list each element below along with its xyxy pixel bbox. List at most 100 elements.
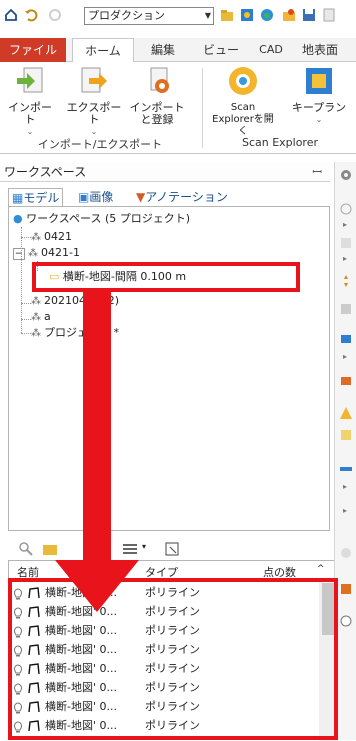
- annotation-icon: ▼: [136, 190, 146, 204]
- tab-file[interactable]: ファイル: [0, 38, 66, 62]
- home-icon[interactable]: [4, 8, 18, 22]
- warning-icon[interactable]: [339, 406, 353, 420]
- export-icon: [81, 67, 107, 93]
- tree-line: [21, 227, 22, 333]
- expand-icon[interactable]: ▸: [343, 482, 347, 491]
- tool-icon[interactable]: [339, 302, 353, 316]
- tab-surface[interactable]: 地表面: [302, 38, 356, 62]
- tab-annotation[interactable]: ▼アノテーション: [136, 188, 228, 206]
- open-scan-explorer-label: Scan Explorerを開く: [212, 102, 274, 137]
- import-button[interactable]: インポート ⌄: [4, 66, 56, 138]
- tab-view[interactable]: ビュー: [198, 38, 244, 62]
- import-icon: [17, 67, 43, 93]
- document-icon[interactable]: [339, 428, 353, 442]
- project-select[interactable]: プロダクション ▼: [84, 7, 214, 25]
- tree-line: [21, 237, 31, 238]
- project-icon: ⁂: [31, 232, 41, 243]
- folder-open-icon[interactable]: [220, 8, 234, 22]
- pin-icon[interactable]: ꟷ: [312, 162, 322, 182]
- folder-icon[interactable]: [42, 541, 58, 557]
- import-register-icon: [150, 67, 169, 93]
- sort-up-icon[interactable]: ^: [317, 564, 325, 574]
- expand-icon[interactable]: ▸: [343, 254, 347, 263]
- project-tree: ● ワークスペース (5 プロジェクト) ⁂ 0421 − ⁂ 0421-1 ▭ 横…: [8, 206, 330, 531]
- ribbon-tab-bar: ファイル ホーム 編集 ビュー CAD 地表面: [0, 38, 356, 63]
- keyplan-icon: [306, 68, 332, 94]
- project-icon: ⁂: [31, 312, 41, 323]
- ribbon: インポート ⌄ エクスポート ⌄ インポート と登録 インポート/エクスポート …: [0, 62, 356, 154]
- file-icon[interactable]: [322, 8, 336, 22]
- open-file-icon[interactable]: [282, 8, 296, 22]
- workspace-title: ワークスペース: [4, 165, 87, 179]
- tab-model-label: モデル: [23, 191, 60, 205]
- redo-icon[interactable]: [48, 8, 62, 22]
- workspace-panel-header: ワークスペース ꟷ: [0, 162, 330, 182]
- project-icon: ⁂: [31, 328, 41, 339]
- settings-icon[interactable]: [339, 168, 353, 182]
- quick-access-toolbar: プロダクション ▼: [0, 0, 356, 30]
- tab-annotation-label: アノテーション: [145, 190, 228, 204]
- save-icon[interactable]: [302, 8, 316, 22]
- tab-cad[interactable]: CAD: [250, 38, 292, 62]
- shape-icon[interactable]: [339, 202, 353, 216]
- image-icon: ▣: [78, 190, 90, 204]
- project-icon: ⁂: [31, 296, 41, 307]
- marker-icon[interactable]: [339, 582, 353, 596]
- expand-icon[interactable]: ▸: [343, 506, 347, 515]
- group-import-export-label: インポート/エクスポート: [37, 138, 163, 151]
- keyplan-button[interactable]: キープラン ⌄: [282, 66, 356, 126]
- shape-icon[interactable]: [339, 546, 353, 560]
- tree-item-label: a: [44, 310, 51, 323]
- project-icon: ⁂: [28, 248, 39, 259]
- globe-icon: ●: [13, 212, 23, 225]
- project-select-value: プロダクション: [88, 9, 165, 22]
- tab-home[interactable]: ホーム: [72, 38, 134, 63]
- export-label: エクスポート: [66, 101, 122, 126]
- undo-icon[interactable]: [24, 8, 38, 22]
- tree-line: [21, 333, 31, 334]
- globe-icon[interactable]: [260, 8, 274, 22]
- import-register-button[interactable]: インポート と登録: [124, 66, 190, 126]
- scan-icon[interactable]: [240, 8, 254, 22]
- tab-images[interactable]: ▣画像: [78, 188, 113, 206]
- list-highlight-box: [8, 578, 338, 740]
- group-divider: [202, 68, 203, 148]
- group-scan-explorer-label: Scan Explorer: [241, 136, 319, 149]
- export-button[interactable]: エクスポート ⌄: [64, 66, 124, 138]
- view-icon[interactable]: [339, 374, 353, 388]
- tree-item-0421-1[interactable]: − ⁂ 0421-1: [13, 245, 80, 261]
- tree-line: [21, 303, 31, 304]
- tree-item-label: 0421-1: [41, 246, 81, 259]
- chevron-down-icon: ⌄: [315, 115, 323, 124]
- tree-item-0421[interactable]: ⁂ 0421: [31, 229, 72, 245]
- move-icon[interactable]: [339, 274, 353, 288]
- tree-line: [21, 319, 31, 320]
- scan-explorer-icon: [229, 67, 257, 95]
- layer-icon[interactable]: [339, 332, 353, 346]
- workspace-tabs: ▦モデル ▣画像 ▼アノテーション: [8, 188, 326, 206]
- import-register-label: インポート と登録: [129, 101, 185, 126]
- list-toolbar: ▾: [8, 538, 330, 560]
- tab-edit[interactable]: 編集: [138, 38, 188, 62]
- model-icon: ▦: [12, 191, 24, 205]
- list-view-icon[interactable]: [122, 541, 138, 557]
- expand-icon[interactable]: ▸: [343, 220, 347, 229]
- tab-images-label: 画像: [89, 190, 114, 204]
- tree-root-label: ワークスペース (5 プロジェクト): [26, 212, 191, 225]
- panel-icon[interactable]: [339, 462, 353, 476]
- page-icon[interactable]: [339, 236, 353, 250]
- collapse-icon[interactable]: −: [13, 248, 25, 260]
- zoom-icon[interactable]: [18, 541, 34, 557]
- chevron-down-icon: ▼: [204, 11, 211, 20]
- tab-model[interactable]: ▦モデル: [8, 188, 64, 206]
- tree-root[interactable]: ● ワークスペース (5 プロジェクト): [13, 211, 190, 227]
- import-label: インポート: [8, 101, 52, 126]
- expand-icon[interactable]: ▸: [343, 352, 347, 361]
- highlight-box: [32, 262, 300, 292]
- open-scan-explorer-button[interactable]: Scan Explorerを開く: [210, 66, 276, 138]
- export-list-icon[interactable]: [164, 541, 180, 557]
- chevron-down-icon[interactable]: ▾: [142, 542, 146, 551]
- tree-item-a[interactable]: ⁂ a: [31, 309, 51, 325]
- circle-icon[interactable]: [339, 614, 353, 628]
- keyplan-label: キープラン: [291, 101, 347, 114]
